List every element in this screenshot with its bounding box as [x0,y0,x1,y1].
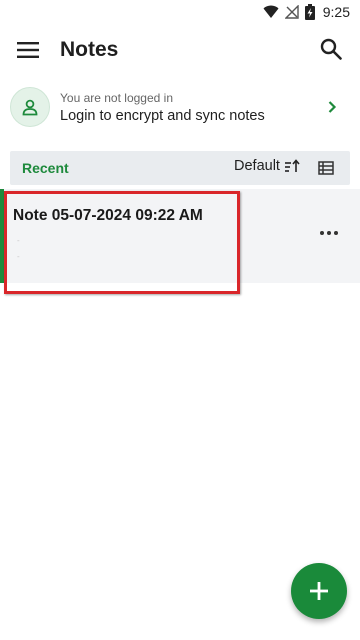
note-accent-bar [0,189,4,283]
app-bar: Notes [0,24,360,76]
note-preview-line: - [17,252,20,261]
list-view-icon[interactable] [318,160,334,176]
avatar [10,87,50,127]
status-bar: 9:25 [0,0,360,24]
battery-charging-icon [304,4,315,20]
add-note-button[interactable] [291,563,347,619]
page-title: Notes [60,38,119,61]
login-status-text: You are not logged in [60,91,173,105]
signal-off-icon [284,5,299,19]
search-button[interactable] [316,34,346,64]
note-title: Note 05-07-2024 09:22 AM [13,207,203,224]
login-message: Login to encrypt and sync notes [60,108,265,124]
person-icon [22,99,38,116]
hamburger-menu-icon [17,42,39,58]
login-banner[interactable]: You are not logged in Login to encrypt a… [0,82,360,132]
section-title: Recent [22,160,69,176]
wifi-icon [263,5,279,18]
sort-label: Default [234,158,280,174]
note-preview-line: - [17,236,20,245]
chevron-right-icon [328,101,337,113]
plus-icon [310,582,328,600]
status-time: 9:25 [322,4,350,20]
note-list-item[interactable]: Note 05-07-2024 09:22 AM - - [0,189,360,283]
more-options-icon[interactable] [320,229,338,237]
section-header: Recent Default [10,151,350,185]
menu-button[interactable] [14,36,42,64]
sort-icon [284,159,300,172]
search-icon [320,38,342,60]
sort-button[interactable]: Default [234,158,300,174]
